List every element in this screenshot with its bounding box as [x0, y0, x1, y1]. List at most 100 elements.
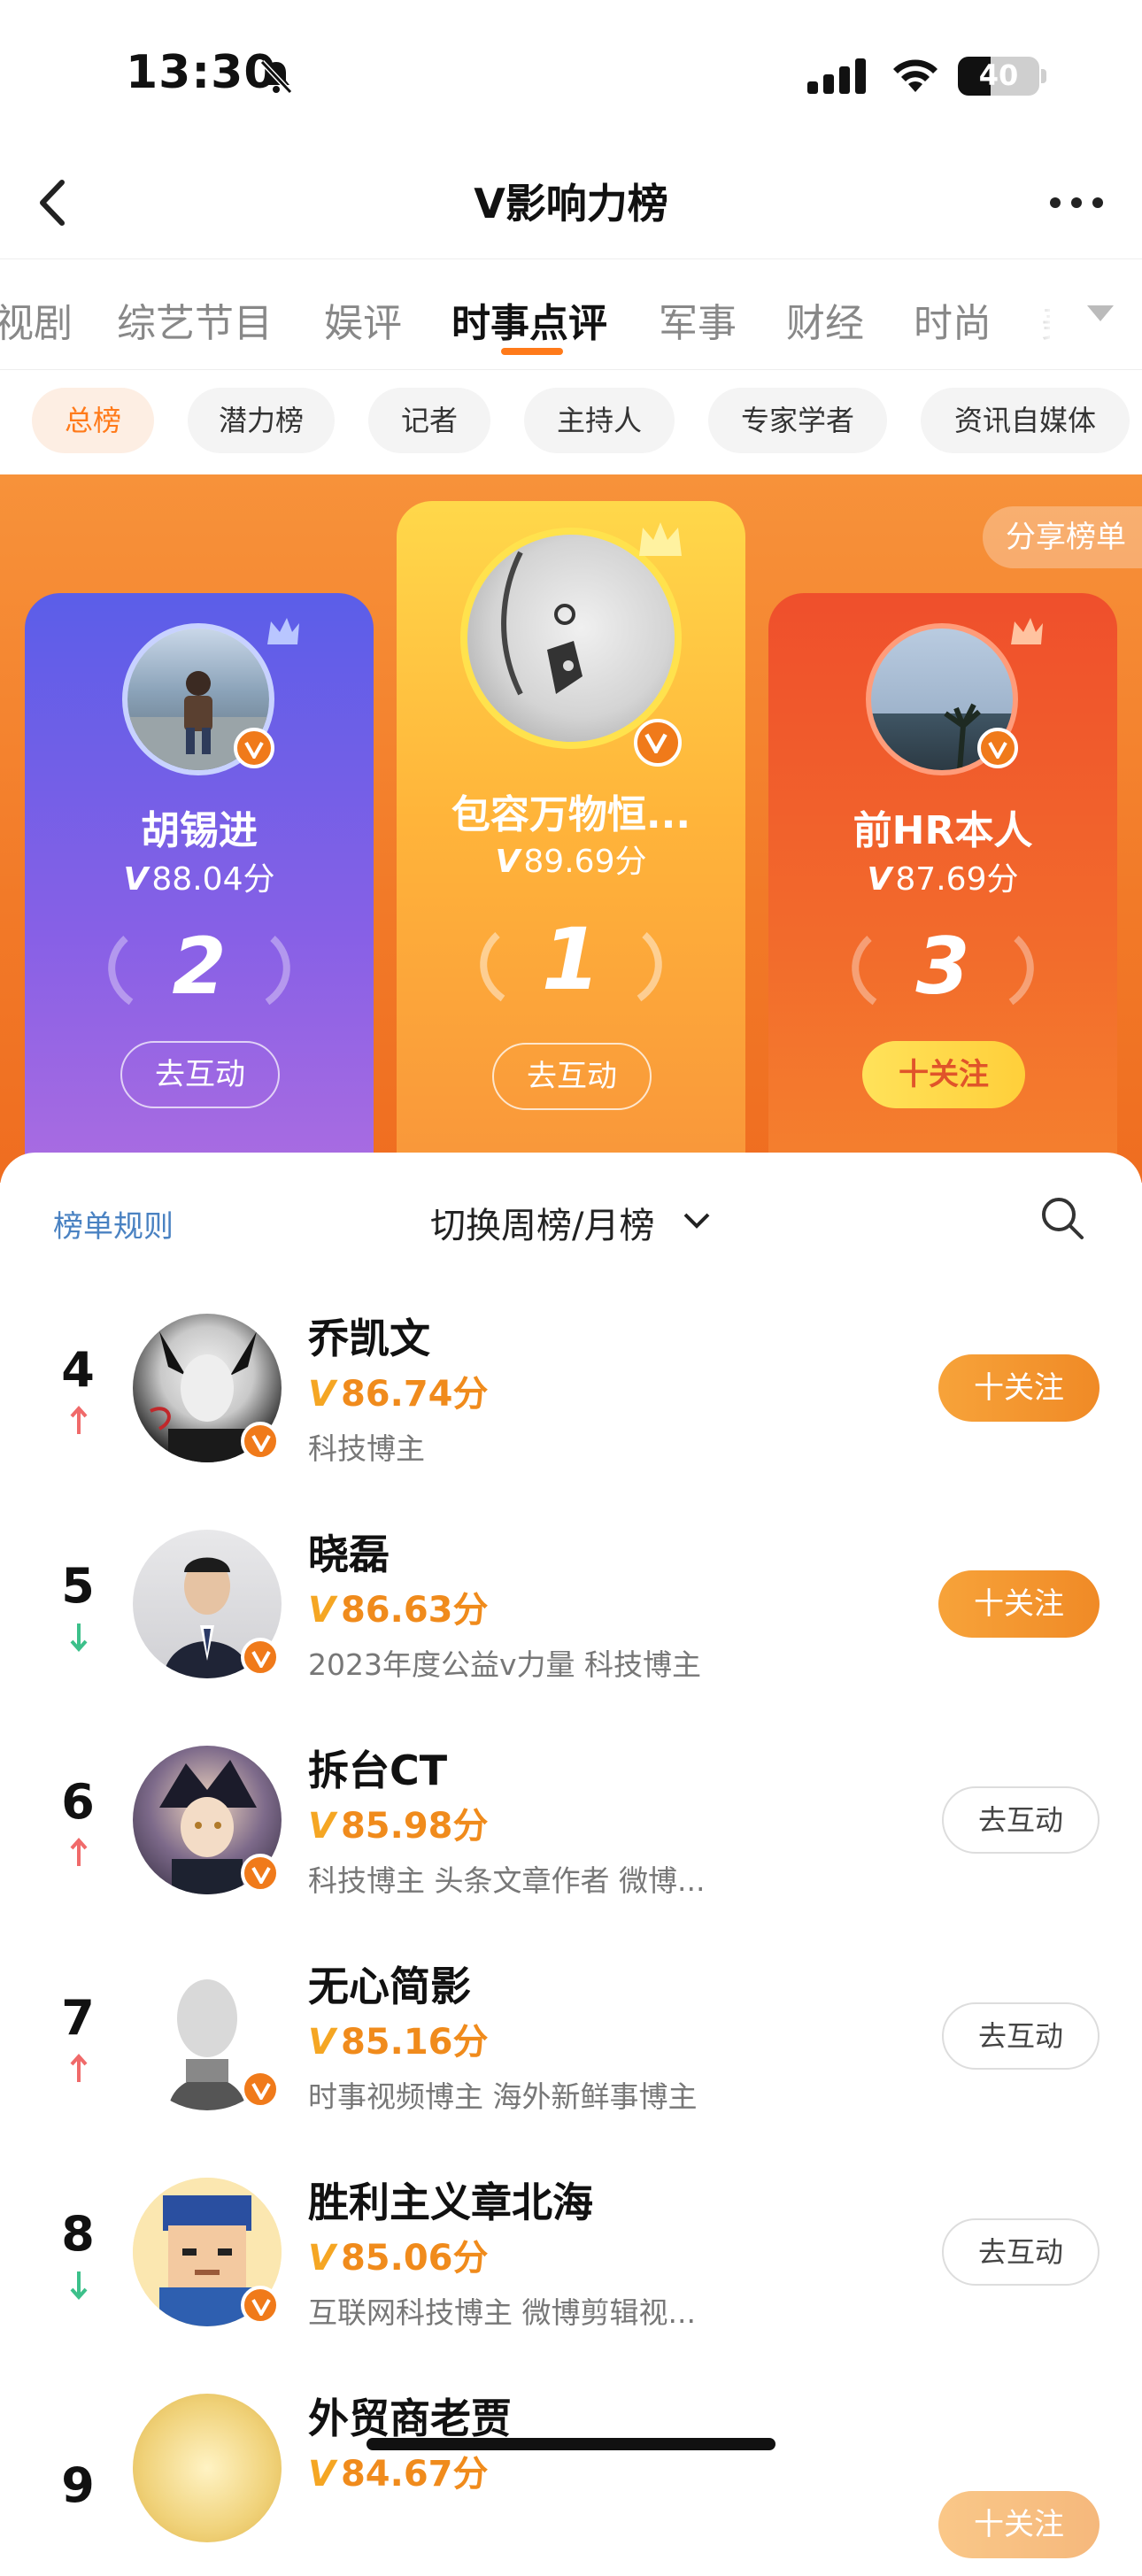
- rank-number: 9: [61, 2457, 95, 2513]
- podium-card-third[interactable]: 前HR本人 V 87.69分 3 十关注: [768, 593, 1117, 1183]
- tab-current-affairs[interactable]: 时事点评: [451, 291, 607, 348]
- arrow-down-icon: [69, 1622, 89, 1655]
- tab-entertainment-review[interactable]: 娱评: [324, 291, 402, 348]
- podium-score: V 89.69分: [495, 844, 647, 880]
- list-item[interactable]: 6 拆台CT V 85.98分 科技博主 头条文章作者 微博... 去互动: [0, 1712, 1142, 1928]
- user-description: 2023年度公益v力量 科技博主: [308, 1647, 702, 1682]
- nav-bar: V影响力榜: [0, 150, 1142, 258]
- laurel-icon: [99, 929, 299, 1013]
- rank-number: 5: [61, 1558, 95, 1614]
- wifi-icon: [889, 55, 942, 97]
- follow-button[interactable]: 十关注: [938, 1354, 1100, 1422]
- verified-badge-icon: [634, 719, 682, 767]
- subtab-potential[interactable]: 潜力榜: [188, 388, 335, 453]
- interact-button[interactable]: 去互动: [942, 2218, 1100, 2286]
- follow-button[interactable]: 十关注: [938, 2491, 1100, 2558]
- rank-number: 8: [61, 2206, 95, 2262]
- crown-icon: [264, 613, 303, 655]
- laurel-icon: [843, 929, 1043, 1013]
- verified-badge-icon: [241, 2070, 280, 2109]
- interact-button[interactable]: 去互动: [942, 2002, 1100, 2070]
- user-name: 拆台CT: [308, 1747, 448, 1794]
- user-description: 科技博主 头条文章作者 微博...: [308, 1863, 706, 1898]
- battery-icon: 40: [958, 57, 1039, 96]
- user-score: V 86.74分: [308, 1374, 489, 1415]
- tab-finance[interactable]: 财经: [786, 291, 864, 348]
- more-icon[interactable]: [1041, 172, 1112, 234]
- user-score: V 84.67分: [308, 2454, 489, 2495]
- silent-bell-icon: [257, 57, 296, 99]
- status-bar: 13:30 40: [0, 0, 1142, 150]
- period-switch-label: 切换周榜/月榜: [430, 1206, 655, 1246]
- tab-variety[interactable]: 综艺节目: [117, 291, 273, 348]
- podium-card-second[interactable]: 胡锡进 V 88.04分 2 去互动: [25, 593, 374, 1183]
- home-indicator[interactable]: [367, 2438, 775, 2450]
- user-score: V 85.16分: [308, 2022, 489, 2063]
- verified-badge-icon: [234, 728, 274, 768]
- interact-button[interactable]: 去互动: [942, 1786, 1100, 1854]
- ranking-list-panel: 榜单规则 切换周榜/月榜 4 乔凯文 V 86.74分 科技博主 十关注 5 晓磊…: [0, 1153, 1142, 2558]
- user-description: 互联网科技博主 微博剪辑视...: [308, 2295, 696, 2330]
- user-score: V 86.63分: [308, 1590, 489, 1631]
- rank-number: 6: [61, 1774, 95, 1830]
- podium-score: V 88.04分: [123, 861, 275, 898]
- chevron-down-icon[interactable]: [1085, 302, 1115, 328]
- user-name: 外贸商老贾: [308, 2395, 512, 2442]
- follow-button[interactable]: 十关注: [862, 1041, 1025, 1108]
- verified-badge-icon: [241, 1854, 280, 1893]
- crown-icon: [1007, 613, 1046, 655]
- share-ranking-button[interactable]: 分享榜单: [983, 506, 1142, 568]
- rank-number: 4: [61, 1342, 95, 1398]
- interact-button[interactable]: 去互动: [492, 1043, 652, 1110]
- chevron-down-icon: [683, 1213, 710, 1229]
- podium-name: 胡锡进: [141, 808, 258, 853]
- follow-button[interactable]: 十关注: [938, 1570, 1100, 1638]
- interact-button[interactable]: 去互动: [120, 1041, 280, 1108]
- verified-badge-icon: [241, 1422, 280, 1461]
- list-item[interactable]: 9 外贸商老贾 V 84.67分 十关注: [0, 2360, 1142, 2576]
- period-switch[interactable]: 切换周榜/月榜: [430, 1197, 710, 1248]
- rank-number: 7: [61, 1990, 95, 2046]
- tab-fashion[interactable]: 时尚: [914, 291, 992, 348]
- arrow-up-icon: [69, 1405, 89, 1439]
- list-item[interactable]: 5 晓磊 V 86.63分 2023年度公益v力量 科技博主 十关注: [0, 1496, 1142, 1712]
- subtab-expert[interactable]: 专家学者: [708, 388, 887, 453]
- user-name: 胜利主义章北海: [308, 2179, 593, 2226]
- user-score: V 85.98分: [308, 1806, 489, 1847]
- subtab-journalist[interactable]: 记者: [368, 388, 490, 453]
- tab-military[interactable]: 军事: [659, 291, 737, 348]
- verified-badge-icon: [241, 2286, 280, 2325]
- subtab-overall[interactable]: 总榜: [32, 388, 154, 453]
- tab-drama[interactable]: 视剧: [0, 291, 73, 348]
- user-description: 科技博主: [308, 1431, 425, 1466]
- verified-badge-icon: [241, 1638, 280, 1677]
- page-title: V影响力榜: [474, 180, 668, 228]
- user-score: V 85.06分: [308, 2238, 489, 2279]
- list-item[interactable]: 8 胜利主义章北海 V 85.06分 互联网科技博主 微博剪辑视... 去互动: [0, 2144, 1142, 2360]
- podium-section: 分享榜单 胡锡进 V 88.04分 2 去互动 包容万物恒... V 89.69…: [0, 474, 1142, 1183]
- podium-card-first[interactable]: 包容万物恒... V 89.69分 1 去互动: [397, 501, 745, 1183]
- subtab-host[interactable]: 主持人: [524, 388, 675, 453]
- podium-name: 前HR本人: [853, 808, 1033, 853]
- podium-score: V 87.69分: [867, 861, 1019, 898]
- arrow-up-icon: [69, 2053, 89, 2087]
- active-tab-indicator: [501, 348, 563, 355]
- list-item[interactable]: 4 乔凯文 V 86.74分 科技博主 十关注: [0, 1280, 1142, 1496]
- laurel-icon: [471, 926, 671, 1009]
- crown-icon: [636, 517, 685, 567]
- cell-signal-icon: [807, 58, 869, 97]
- arrow-up-icon: [69, 1837, 89, 1871]
- battery-percent: 40: [978, 58, 1019, 92]
- user-name: 晓磊: [308, 1531, 390, 1578]
- category-tabs: 视剧 综艺节目 娱评 时事点评 军事 财经 时尚 美: [0, 258, 1142, 370]
- sub-tabs: 总榜 潜力榜 记者 主持人 专家学者 资讯自媒体: [0, 370, 1142, 474]
- avatar: [133, 2394, 282, 2542]
- subtab-news-media[interactable]: 资讯自媒体: [921, 388, 1130, 453]
- podium-name: 包容万物恒...: [451, 792, 691, 837]
- user-name: 无心简影: [308, 1963, 471, 2010]
- user-description: 时事视频博主 海外新鲜事博主: [308, 2079, 698, 2114]
- list-item[interactable]: 7 无心简影 V 85.16分 时事视频博主 海外新鲜事博主 去互动: [0, 1928, 1142, 2144]
- search-icon[interactable]: [1038, 1193, 1087, 1246]
- verified-badge-icon: [977, 728, 1018, 768]
- ranking-rules-link[interactable]: 榜单规则: [53, 1202, 174, 1246]
